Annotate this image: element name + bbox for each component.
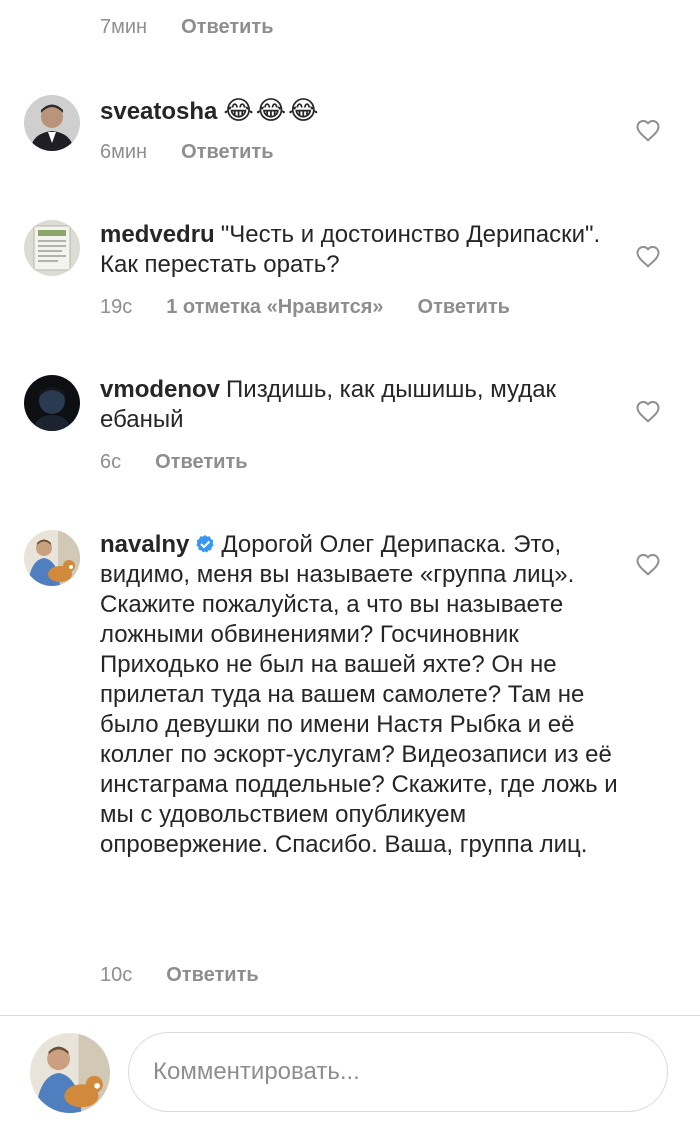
comment-username[interactable]: vmodenov — [100, 376, 220, 403]
comment-meta: 6с Ответить — [100, 451, 248, 474]
comment-meta: 10с Ответить — [100, 964, 259, 987]
comment-time: 6мин — [100, 141, 148, 163]
like-heart-icon[interactable] — [635, 244, 661, 268]
likes-count-link[interactable]: 1 отметка «Нравится» — [166, 296, 383, 319]
comment-username[interactable]: sveatosha — [100, 98, 217, 125]
comment-time: 7мин — [100, 16, 148, 38]
reply-button[interactable]: Ответить — [155, 451, 247, 474]
avatar[interactable] — [24, 220, 80, 276]
avatar[interactable] — [24, 375, 80, 431]
top-comment-meta: 7мин Ответить — [100, 16, 274, 39]
comment-body: Дорогой Олег Дерипаска. Это, видимо, мен… — [100, 531, 625, 858]
avatar[interactable] — [24, 95, 80, 151]
comment-time: 6с — [100, 451, 122, 473]
tears-of-joy-emoji-icon: 😂😂😂 — [223, 95, 321, 125]
comment-text: medvedru "Честь и достоинство Дерипаски".… — [100, 220, 620, 280]
reply-button[interactable]: Ответить — [418, 296, 510, 319]
comment-username[interactable]: medvedru — [100, 221, 215, 248]
like-heart-icon[interactable] — [635, 399, 661, 423]
avatar[interactable] — [24, 530, 80, 586]
reply-button[interactable]: Ответить — [166, 964, 258, 987]
comment-text: navalny Дорогой Олег Дерипаска. Это, види… — [100, 530, 620, 860]
like-heart-icon[interactable] — [635, 118, 661, 142]
comment-time: 10с — [100, 964, 133, 986]
comment-text: sveatosha 😂😂😂 — [100, 95, 620, 127]
comment-meta: 19с 1 отметка «Нравится» Ответить — [100, 296, 510, 319]
comment-text: vmodenov Пиздишь, как дышишь, мудак ебаны… — [100, 375, 620, 435]
avatar-man-with-dog-icon — [24, 530, 80, 586]
comment-meta: 6мин Ответить — [100, 141, 274, 164]
avatar-dark-portrait-icon — [24, 375, 80, 431]
reply-button[interactable]: Ответить — [181, 16, 273, 39]
comment-time: 19с — [100, 296, 133, 318]
avatar-document-icon — [24, 220, 80, 276]
current-user-avatar — [30, 1033, 110, 1113]
verified-badge-icon — [196, 535, 214, 553]
like-heart-icon[interactable] — [635, 552, 661, 576]
comment-composer — [0, 1016, 700, 1127]
comment-username[interactable]: navalny — [100, 531, 189, 558]
avatar-man-suit-icon — [24, 95, 80, 151]
avatar-man-with-dog-icon — [30, 1033, 110, 1113]
reply-button[interactable]: Ответить — [181, 141, 273, 164]
comment-input[interactable] — [128, 1032, 668, 1112]
